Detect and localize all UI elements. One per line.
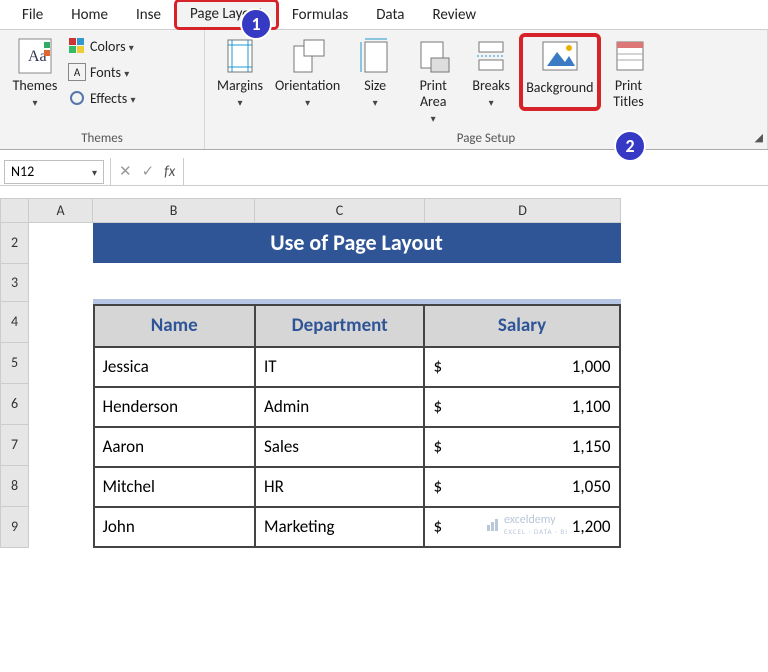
formula-bar-row: N12 ▾ ✕ ✓ fx	[0, 158, 768, 186]
table-row[interactable]: JessicaIT$1,000	[94, 347, 620, 387]
background-label: Background	[526, 80, 593, 96]
watermark-brand: exceldemy	[504, 513, 568, 527]
row-header-6[interactable]: 6	[1, 383, 29, 424]
callout-2: 2	[614, 130, 646, 162]
background-button[interactable]: Background	[520, 34, 599, 110]
chevron-down-icon: ▾	[489, 96, 494, 109]
spreadsheet-grid[interactable]: A B C D 2 Use of Page Layout 3 4 Name De…	[0, 198, 621, 548]
tab-home[interactable]: Home	[57, 2, 122, 29]
fonts-icon: A	[68, 63, 86, 81]
size-button[interactable]: Size ▾	[346, 34, 404, 111]
name-box-value: N12	[11, 163, 34, 180]
fonts-button[interactable]: A Fonts ▾	[68, 60, 135, 84]
print-area-icon	[413, 36, 453, 76]
breaks-label: Breaks	[472, 78, 510, 94]
effects-button[interactable]: Effects ▾	[68, 86, 135, 110]
select-all-corner[interactable]	[1, 199, 29, 223]
tab-formulas[interactable]: Formulas	[278, 2, 362, 29]
col-header-C[interactable]: C	[255, 199, 425, 223]
colors-icon	[68, 37, 86, 55]
formula-input[interactable]	[184, 160, 768, 184]
print-area-button[interactable]: Print Area ▾	[404, 34, 462, 127]
orientation-icon	[288, 36, 328, 76]
colors-button[interactable]: Colors ▾	[68, 34, 135, 58]
chevron-down-icon: ▾	[130, 93, 135, 106]
tab-file[interactable]: File	[8, 2, 57, 29]
watermark: exceldemy EXCEL · DATA · BI	[486, 513, 568, 536]
print-titles-label: Print Titles	[613, 78, 643, 110]
callout-1: 1	[240, 8, 272, 40]
page-setup-group-label: Page Setup ◢	[205, 129, 767, 149]
themes-group-label: Themes	[0, 129, 204, 149]
print-titles-button[interactable]: Print Titles	[600, 34, 658, 112]
breaks-button[interactable]: Breaks ▾	[462, 34, 520, 111]
table-row[interactable]: HendersonAdmin$1,100	[94, 387, 620, 427]
row-header-3[interactable]: 3	[1, 263, 29, 301]
table-row[interactable]: AaronSales$1,150	[94, 427, 620, 467]
col-header-B[interactable]: B	[93, 199, 255, 223]
watermark-icon	[486, 518, 500, 532]
data-table: Name Department Salary JessicaIT$1,000 H…	[93, 304, 621, 548]
chevron-down-icon: ▾	[129, 41, 134, 54]
themes-button[interactable]: Aa Themes ▾	[6, 34, 64, 111]
col-header-A[interactable]: A	[29, 199, 93, 223]
ribbon: Aa Themes ▾ Colors ▾ A Fonts ▾ Effects ▾	[0, 30, 768, 150]
orientation-label: Orientation	[275, 78, 340, 94]
effects-icon	[68, 89, 86, 107]
fonts-label: Fonts	[90, 64, 121, 81]
cancel-icon: ✕	[119, 162, 132, 181]
chevron-down-icon: ▾	[237, 96, 242, 109]
chevron-down-icon: ▾	[32, 96, 37, 109]
row-header-4[interactable]: 4	[1, 301, 29, 342]
table-row[interactable]: MitchelHR$1,050	[94, 467, 620, 507]
chevron-down-icon: ▾	[373, 96, 378, 109]
size-icon	[355, 36, 395, 76]
themes-label: Themes	[13, 78, 58, 94]
tab-insert[interactable]: Inse	[122, 2, 175, 29]
name-box[interactable]: N12 ▾	[4, 160, 104, 184]
chevron-down-icon: ▾	[305, 96, 310, 109]
row-header-7[interactable]: 7	[1, 424, 29, 465]
row-header-2[interactable]: 2	[1, 223, 29, 264]
row-header-8[interactable]: 8	[1, 465, 29, 506]
header-department[interactable]: Department	[255, 305, 424, 347]
svg-text:Aa: Aa	[28, 48, 47, 65]
margins-icon	[220, 36, 260, 76]
colors-label: Colors	[90, 38, 126, 55]
orientation-button[interactable]: Orientation ▾	[269, 34, 346, 111]
title-cell[interactable]: Use of Page Layout	[93, 223, 621, 264]
ribbon-tabs: File Home Inse Page Layout Formulas Data…	[0, 0, 768, 30]
enter-icon: ✓	[142, 162, 155, 181]
dialog-launcher-icon[interactable]: ◢	[755, 131, 763, 144]
header-salary[interactable]: Salary	[424, 305, 619, 347]
themes-icon: Aa	[16, 36, 54, 76]
chevron-down-icon: ▾	[124, 67, 129, 80]
margins-button[interactable]: Margins ▾	[211, 34, 269, 111]
watermark-sub: EXCEL · DATA · BI	[504, 527, 568, 536]
col-header-D[interactable]: D	[425, 199, 621, 223]
tab-review[interactable]: Review	[419, 2, 491, 29]
margins-label: Margins	[217, 78, 263, 94]
size-label: Size	[364, 78, 386, 94]
tab-data[interactable]: Data	[362, 2, 418, 29]
row-header-9[interactable]: 9	[1, 506, 29, 547]
header-name[interactable]: Name	[94, 305, 255, 347]
effects-label: Effects	[90, 90, 127, 107]
row-header-5[interactable]: 5	[1, 342, 29, 383]
chevron-down-icon: ▾	[431, 112, 436, 125]
print-area-label: Print Area	[420, 78, 447, 110]
fx-icon[interactable]: fx	[164, 163, 175, 181]
chevron-down-icon[interactable]: ▾	[92, 166, 97, 179]
print-titles-icon	[609, 36, 649, 76]
breaks-icon	[471, 36, 511, 76]
background-icon	[539, 36, 581, 78]
